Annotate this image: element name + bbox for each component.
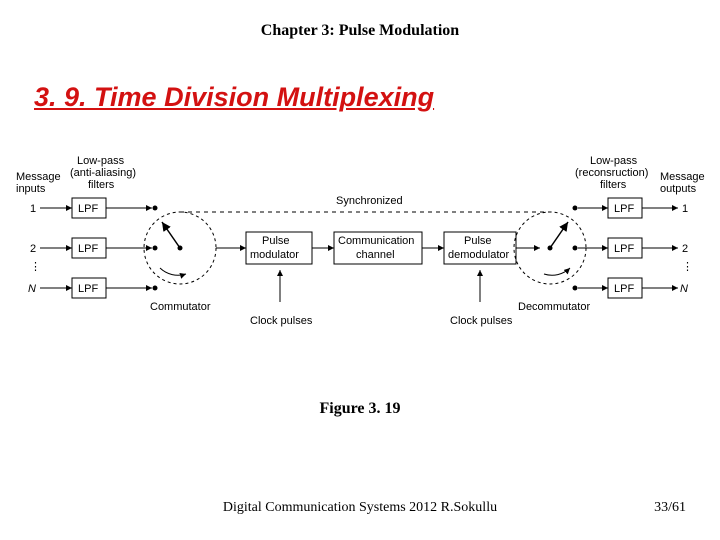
input-index-1: 1: [30, 203, 36, 215]
msg-outputs-label: Message: [660, 171, 705, 183]
left-filter-label3: filters: [88, 179, 115, 191]
input-index-2: 2: [30, 243, 36, 255]
decommutator-label: Decommutator: [518, 301, 590, 313]
pulse-demod-label: Pulse: [464, 235, 492, 247]
clock-label-right: Clock pulses: [450, 315, 513, 327]
synchronized-label: Synchronized: [336, 195, 403, 207]
pulse-mod-label: Pulse: [262, 235, 290, 247]
page-number: 33/61: [654, 500, 686, 516]
figure-caption: Figure 3. 19: [0, 400, 720, 418]
right-filter-label3: filters: [600, 179, 627, 191]
lpf-label: LPF: [614, 283, 634, 295]
output-index-n: N: [680, 283, 688, 295]
lpf-label: LPF: [78, 243, 98, 255]
pulse-mod-label2: modulator: [250, 249, 299, 261]
output-index-2: 2: [682, 243, 688, 255]
msg-inputs-label2: inputs: [16, 183, 46, 195]
tdm-diagram: Message inputs Low-pass (anti-aliasing) …: [10, 152, 710, 372]
clock-label-left: Clock pulses: [250, 315, 313, 327]
left-filter-label2: (anti-aliasing): [70, 167, 136, 179]
lpf-label: LPF: [78, 283, 98, 295]
commutator-label: Commutator: [150, 301, 211, 313]
chapter-header: Chapter 3: Pulse Modulation: [0, 22, 720, 40]
lpf-label: LPF: [614, 243, 634, 255]
vdots: ⋮: [30, 261, 41, 273]
right-filter-label: Low-pass: [590, 155, 638, 167]
channel-label: Communication: [338, 235, 414, 247]
right-filter-label2: (reconsruction): [575, 167, 648, 179]
channel-label2: channel: [356, 249, 395, 261]
pulse-demod-label2: demodulator: [448, 249, 509, 261]
left-filter-label: Low-pass: [77, 155, 125, 167]
lpf-label: LPF: [78, 203, 98, 215]
msg-inputs-label: Message: [16, 171, 61, 183]
section-title: 3. 9. Time Division Multiplexing: [34, 82, 434, 113]
lpf-label: LPF: [614, 203, 634, 215]
vdots: ⋮: [682, 261, 693, 273]
input-index-n: N: [28, 283, 36, 295]
msg-outputs-label2: outputs: [660, 183, 697, 195]
footer-source: Digital Communication Systems 2012 R.Sok…: [0, 500, 720, 516]
output-index-1: 1: [682, 203, 688, 215]
